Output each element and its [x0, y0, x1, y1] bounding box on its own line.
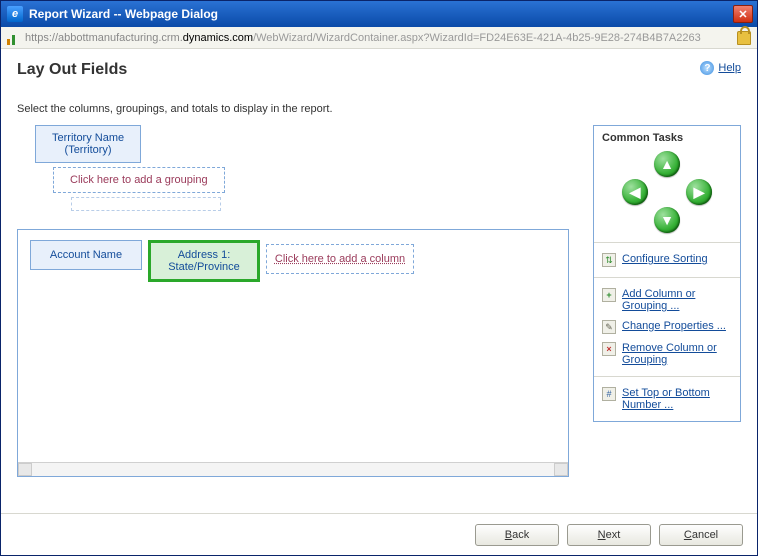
- ie-icon: e: [7, 6, 23, 22]
- common-tasks-title: Common Tasks: [602, 132, 732, 144]
- add-icon: [602, 288, 616, 302]
- report-icon: [7, 31, 21, 45]
- task-remove-column[interactable]: Remove Column or Grouping: [602, 338, 732, 370]
- footer-buttons: Back Next Cancel: [1, 513, 757, 555]
- instruction-text: Select the columns, groupings, and total…: [17, 103, 741, 115]
- horizontal-scrollbar[interactable]: [18, 462, 568, 476]
- move-up-button[interactable]: ▲: [654, 151, 680, 177]
- next-button[interactable]: Next: [567, 524, 651, 546]
- arrow-down-icon: ▼: [660, 213, 674, 227]
- page-title: Lay Out Fields: [17, 61, 741, 79]
- scroll-right[interactable]: [554, 463, 568, 476]
- move-left-button[interactable]: ◀: [622, 179, 648, 205]
- sort-icon: [602, 253, 616, 267]
- arrow-right-icon: ▶: [694, 185, 705, 199]
- move-arrows: ▲ ◀ ▶ ▼: [602, 150, 732, 234]
- column-address1-state[interactable]: Address 1: State/Province: [148, 240, 260, 282]
- task-configure-sorting[interactable]: Configure Sorting: [602, 249, 732, 271]
- task-set-top-bottom[interactable]: Set Top or Bottom Number ...: [602, 383, 732, 415]
- design-area: Territory Name (Territory) Click here to…: [17, 125, 569, 477]
- lock-icon: [737, 31, 751, 45]
- common-tasks-panel: Common Tasks ▲ ◀ ▶ ▼ Configure Sorting A…: [593, 125, 741, 422]
- move-right-button[interactable]: ▶: [686, 179, 712, 205]
- help-icon: ?: [700, 61, 714, 75]
- add-column[interactable]: Click here to add a column: [266, 244, 414, 274]
- arrow-up-icon: ▲: [660, 157, 674, 171]
- scroll-left[interactable]: [18, 463, 32, 476]
- task-change-properties[interactable]: Change Properties ...: [602, 316, 732, 338]
- remove-icon: [602, 342, 616, 356]
- url-text: https://abbottmanufacturing.crm.dynamics…: [25, 32, 731, 44]
- columns-grid: Account Name Address 1: State/Province C…: [17, 229, 569, 477]
- grouping-territory[interactable]: Territory Name (Territory): [35, 125, 141, 163]
- move-down-button[interactable]: ▼: [654, 207, 680, 233]
- scroll-track[interactable]: [32, 463, 554, 476]
- window-titlebar: e Report Wizard -- Webpage Dialog ✕: [1, 1, 757, 27]
- window-title: Report Wizard -- Webpage Dialog: [29, 7, 733, 21]
- cancel-button[interactable]: Cancel: [659, 524, 743, 546]
- arrow-left-icon: ◀: [630, 185, 641, 199]
- add-grouping-placeholder[interactable]: [71, 197, 221, 211]
- close-button[interactable]: ✕: [733, 5, 753, 23]
- task-add-column[interactable]: Add Column or Grouping ...: [602, 284, 732, 316]
- help-link[interactable]: ? Help: [700, 61, 741, 75]
- address-bar: https://abbottmanufacturing.crm.dynamics…: [1, 27, 757, 49]
- add-grouping[interactable]: Click here to add a grouping: [53, 167, 225, 193]
- column-account-name[interactable]: Account Name: [30, 240, 142, 270]
- back-button[interactable]: Back: [475, 524, 559, 546]
- number-icon: [602, 387, 616, 401]
- edit-icon: [602, 320, 616, 334]
